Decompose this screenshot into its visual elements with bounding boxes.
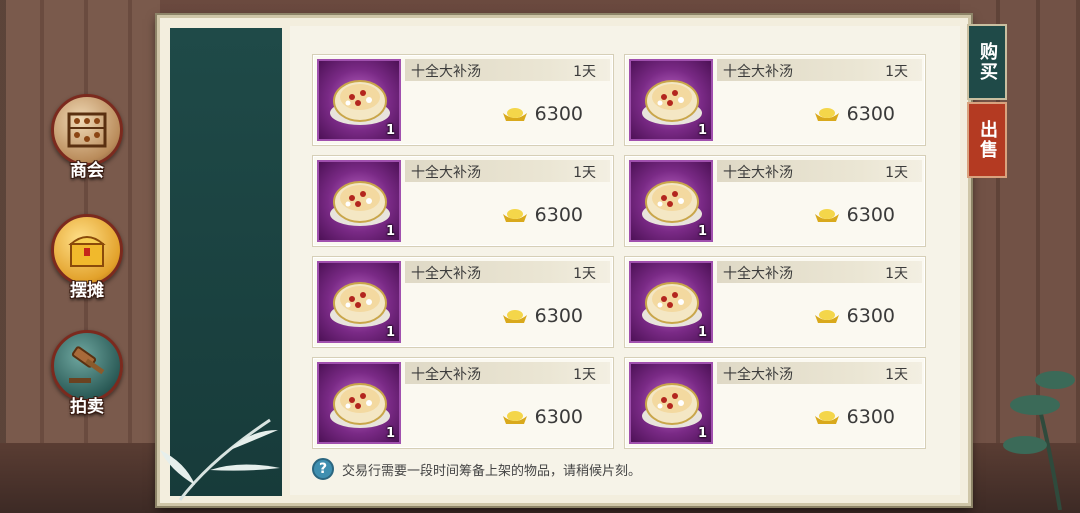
item-name: 十全大补汤 (723, 64, 793, 80)
item-price: 6300 (501, 305, 583, 327)
price-value: 6300 (534, 305, 583, 327)
item-price: 6300 (501, 406, 583, 428)
item-header: 十全大补汤 1天 (405, 362, 610, 384)
price-value: 6300 (534, 406, 583, 428)
nav-auction[interactable]: 拍卖 (46, 330, 128, 426)
price-value: 6300 (534, 103, 583, 125)
soup-bowl-icon: 1 (629, 362, 713, 444)
price-value: 6300 (846, 305, 895, 327)
item-duration: 1天 (573, 165, 596, 181)
soup-bowl-icon: 1 (317, 261, 401, 343)
price-value: 6300 (846, 204, 895, 226)
item-duration: 1天 (885, 165, 908, 181)
nav-label: 商会 (70, 161, 104, 181)
item-duration: 1天 (885, 266, 908, 282)
nav-chamber-of-commerce[interactable]: 商会 (46, 94, 128, 190)
item-card[interactable]: 1 十全大补汤 1天 6300 (624, 256, 926, 348)
item-duration: 1天 (573, 266, 596, 282)
item-quantity: 1 (697, 426, 707, 441)
item-duration: 1天 (885, 367, 908, 383)
gold-ingot-icon (502, 108, 527, 121)
item-card[interactable]: 1 十全大补汤 1天 6300 (624, 357, 926, 449)
item-quantity: 1 (385, 426, 395, 441)
item-header: 十全大补汤 1天 (717, 59, 922, 81)
item-name: 十全大补汤 (411, 266, 481, 282)
price-value: 6300 (534, 204, 583, 226)
item-header: 十全大补汤 1天 (717, 261, 922, 283)
item-name: 十全大补汤 (723, 165, 793, 181)
soup-bowl-icon: 1 (317, 362, 401, 444)
item-card[interactable]: 1 十全大补汤 1天 6300 (312, 155, 614, 247)
price-value: 6300 (846, 103, 895, 125)
info-tip: ? 交易行需要一段时间筹备上架的物品，请稍候片刻。 (312, 458, 641, 480)
item-name: 十全大补汤 (411, 165, 481, 181)
item-card[interactable]: 1 十全大补汤 1天 6300 (624, 54, 926, 146)
item-quantity: 1 (697, 325, 707, 340)
item-price: 6300 (813, 103, 895, 125)
gold-ingot-icon (814, 209, 839, 222)
soup-bowl-icon: 1 (317, 160, 401, 242)
item-card[interactable]: 1 十全大补汤 1天 6300 (312, 256, 614, 348)
item-header: 十全大补汤 1天 (717, 362, 922, 384)
tab-buy[interactable]: 购买 (967, 24, 1007, 100)
item-duration: 1天 (885, 64, 908, 80)
item-header: 十全大补汤 1天 (717, 160, 922, 182)
item-price: 6300 (501, 204, 583, 226)
gold-ingot-icon (502, 209, 527, 222)
tip-text: 交易行需要一段时间筹备上架的物品，请稍候片刻。 (342, 463, 642, 479)
item-header: 十全大补汤 1天 (405, 261, 610, 283)
gold-ingot-icon (502, 310, 527, 323)
item-quantity: 1 (697, 123, 707, 138)
plant-decoration (1003, 371, 1075, 510)
price-value: 6300 (846, 406, 895, 428)
item-name: 十全大补汤 (411, 64, 481, 80)
item-header: 十全大补汤 1天 (405, 160, 610, 182)
gold-ingot-icon (814, 411, 839, 424)
item-price: 6300 (813, 204, 895, 226)
item-price: 6300 (813, 406, 895, 428)
item-price: 6300 (813, 305, 895, 327)
bamboo-decoration (160, 418, 280, 501)
item-quantity: 1 (385, 224, 395, 239)
item-quantity: 1 (385, 325, 395, 340)
tab-sell[interactable]: 出售 (967, 102, 1007, 178)
item-name: 十全大补汤 (723, 266, 793, 282)
item-card[interactable]: 1 十全大补汤 1天 6300 (312, 357, 614, 449)
item-name: 十全大补汤 (723, 367, 793, 383)
question-icon[interactable]: ? (312, 458, 334, 480)
nav-label: 摆摊 (70, 281, 104, 301)
nav-label: 拍卖 (70, 397, 104, 417)
item-duration: 1天 (573, 367, 596, 383)
item-name: 十全大补汤 (411, 367, 481, 383)
item-quantity: 1 (385, 123, 395, 138)
soup-bowl-icon: 1 (629, 160, 713, 242)
item-price: 6300 (501, 103, 583, 125)
item-duration: 1天 (573, 64, 596, 80)
soup-bowl-icon: 1 (629, 261, 713, 343)
item-quantity: 1 (697, 224, 707, 239)
gold-ingot-icon (814, 108, 839, 121)
gold-ingot-icon (814, 310, 839, 323)
gold-ingot-icon (502, 411, 527, 424)
item-card[interactable]: 1 十全大补汤 1天 6300 (312, 54, 614, 146)
item-card[interactable]: 1 十全大补汤 1天 6300 (624, 155, 926, 247)
nav-stall[interactable]: 摆摊 (46, 214, 128, 310)
soup-bowl-icon: 1 (629, 59, 713, 141)
item-header: 十全大补汤 1天 (405, 59, 610, 81)
soup-bowl-icon: 1 (317, 59, 401, 141)
